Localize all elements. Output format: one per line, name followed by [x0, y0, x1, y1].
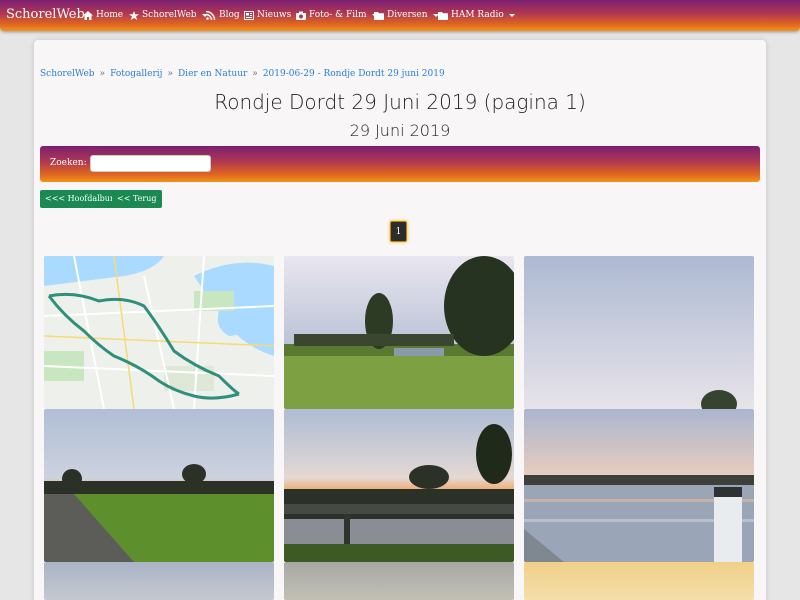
- gallery-photo-river-sunset[interactable]: [524, 409, 754, 562]
- breadcrumb: SchorelWeb » Fotogallerij » Dier en Natuur » 2…: [40, 69, 445, 79]
- folder-icon: [438, 11, 448, 20]
- nav-item-label: Foto- & Film: [309, 10, 367, 20]
- gallery-photo-meadow-sunset[interactable]: [284, 256, 514, 409]
- gallery-photo[interactable]: [44, 562, 274, 600]
- gallery-photo-bridge-sunset[interactable]: [284, 409, 514, 562]
- gallery-photo[interactable]: [524, 562, 754, 600]
- chevron-down-icon: [508, 14, 515, 17]
- breadcrumb-link-album[interactable]: 2019-06-29 - Rondje Dordt 29 juni 2019: [263, 69, 445, 79]
- nav-item-label: HAM Radio: [451, 10, 504, 20]
- gallery-photo[interactable]: [284, 562, 514, 600]
- nav-item-diversen[interactable]: Diversen: [374, 10, 439, 20]
- breadcrumb-separator: »: [99, 69, 106, 79]
- nav-item-ham-radio[interactable]: HAM Radio: [438, 10, 515, 20]
- breadcrumb-link-schorelweb[interactable]: SchorelWeb: [40, 69, 95, 79]
- breadcrumb-link-dier-en-natuur[interactable]: Dier en Natuur: [178, 69, 247, 79]
- pagination-page-1[interactable]: 1: [390, 221, 407, 242]
- nav-item-label: Home: [96, 10, 124, 20]
- search-input[interactable]: [90, 155, 211, 172]
- gallery-photo-evening-sky[interactable]: [524, 256, 754, 409]
- breadcrumb-separator: »: [252, 69, 258, 79]
- nav-item-blog[interactable]: Blog: [206, 10, 240, 20]
- nav-item-nieuws[interactable]: Nieuws: [244, 10, 291, 20]
- nav-item-label: Nieuws: [257, 10, 292, 20]
- breadcrumb-link-fotogallerij[interactable]: Fotogallerij: [110, 69, 162, 79]
- camera-icon: [296, 11, 306, 20]
- top-navbar: SchorelWeb Home SchorelWeb Blog Nieuws F…: [0, 0, 800, 31]
- search-label: Zoeken:: [50, 158, 87, 168]
- nav-item-schorelweb[interactable]: SchorelWeb: [129, 10, 208, 20]
- back-button[interactable]: << Terug: [112, 190, 162, 208]
- newspaper-icon: [244, 10, 254, 20]
- nav-item-label: SchorelWeb: [142, 10, 197, 20]
- nav-item-label: Blog: [219, 10, 240, 20]
- rss-icon: [206, 10, 216, 20]
- brand-link[interactable]: SchorelWeb: [6, 7, 85, 22]
- gallery-photo-path-sunset[interactable]: [44, 409, 274, 562]
- star-icon: [129, 10, 139, 20]
- search-bar: Zoeken:: [40, 146, 760, 182]
- main-album-button[interactable]: <<< Hoofdalbum: [40, 190, 123, 208]
- nav-item-home[interactable]: Home: [83, 10, 123, 20]
- page-subtitle: 29 Juni 2019: [349, 121, 451, 140]
- page-title: Rondje Dordt 29 Juni 2019 (pagina 1): [214, 90, 586, 114]
- gallery-photo-route-map[interactable]: [44, 256, 274, 409]
- nav-item-label: Diversen: [387, 10, 428, 20]
- home-icon: [83, 10, 93, 20]
- breadcrumb-separator: »: [167, 69, 173, 79]
- folder-icon: [374, 11, 384, 20]
- nav-item-foto-film[interactable]: Foto- & Film: [296, 10, 378, 20]
